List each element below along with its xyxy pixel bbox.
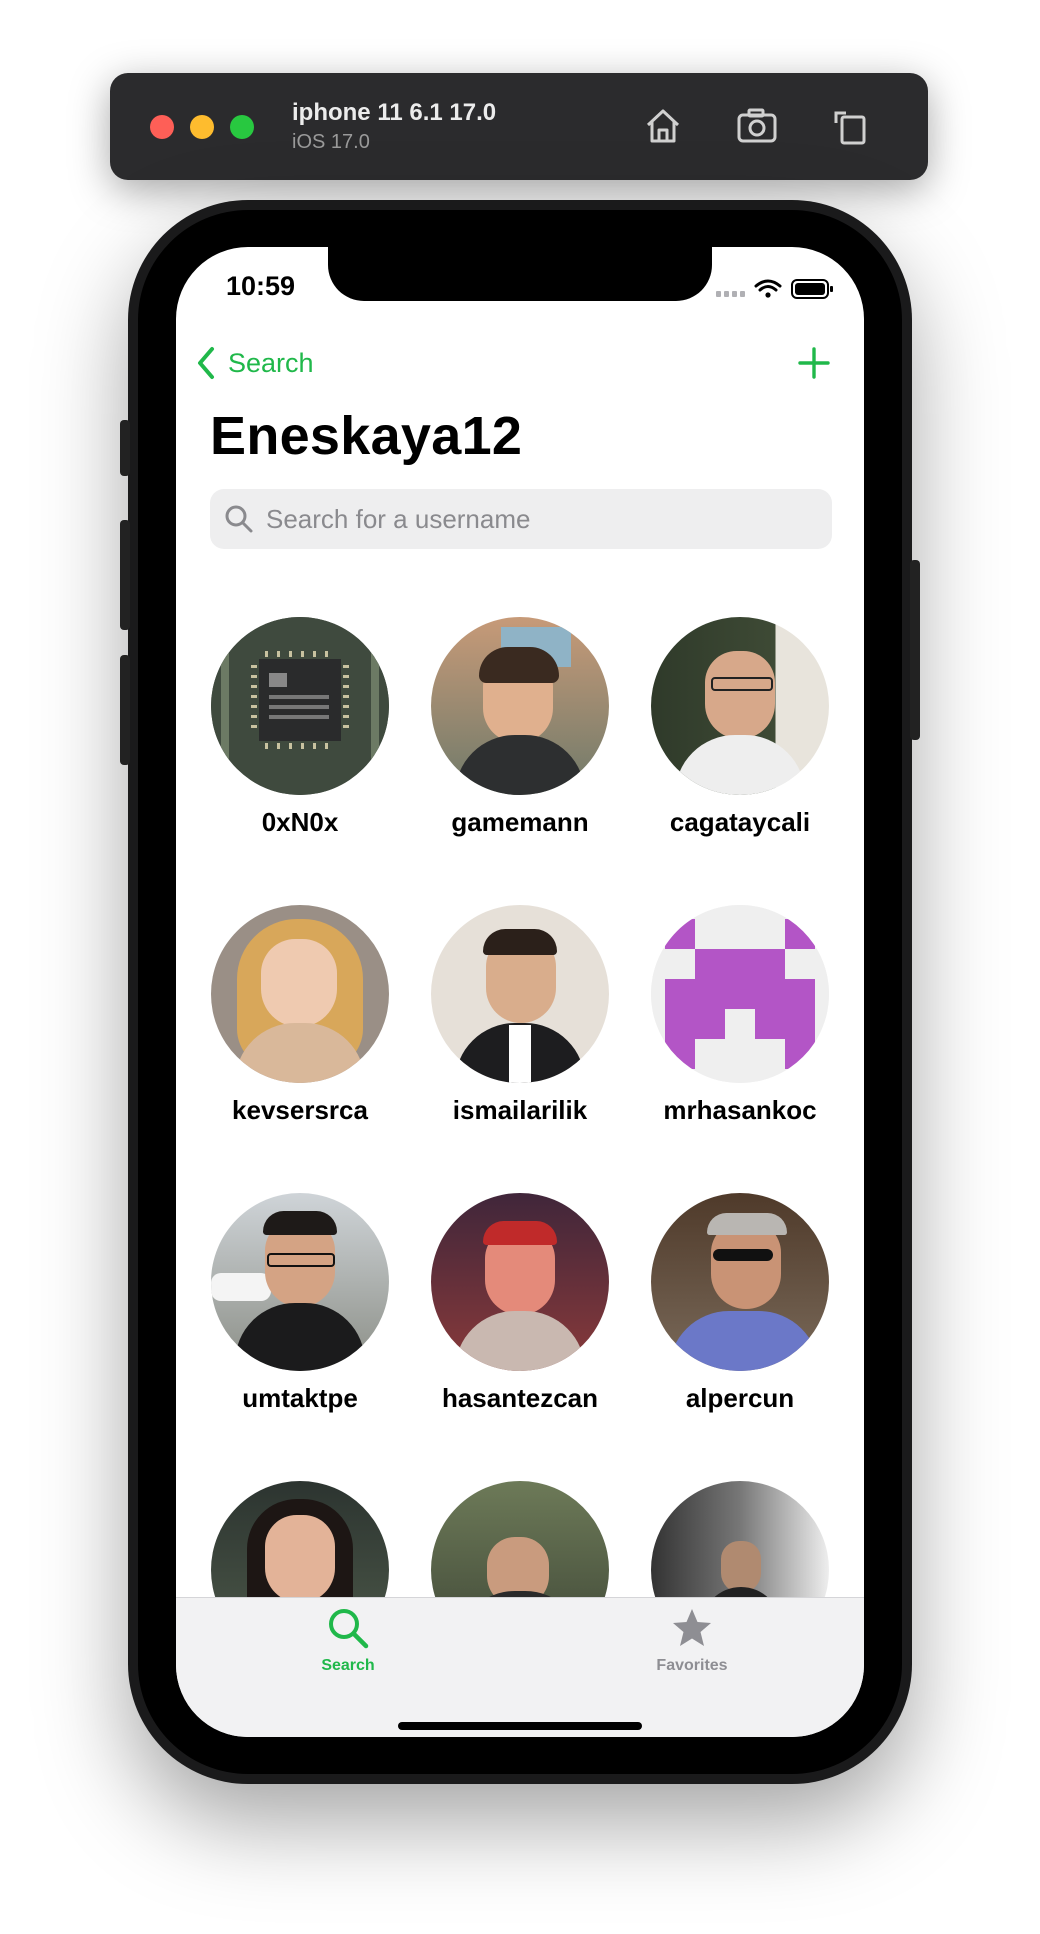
user-card[interactable]: ismailarilik <box>420 905 620 1126</box>
search-input[interactable] <box>264 502 808 536</box>
camera-icon[interactable] <box>734 103 784 153</box>
notch <box>328 247 712 301</box>
username-label: hasantezcan <box>441 1383 599 1413</box>
tab-bar: Search Favorites <box>176 1597 864 1737</box>
power-button <box>910 560 920 740</box>
tab-search[interactable]: Search <box>288 1606 408 1675</box>
wifi-icon <box>754 279 782 292</box>
username-label: 0xN0x <box>261 807 339 837</box>
username-label: ismailarilik <box>452 1095 588 1125</box>
avatar <box>431 617 609 795</box>
plus-icon[interactable] <box>796 345 832 381</box>
user-card[interactable]: umtaktpe <box>200 1193 400 1414</box>
search-bar[interactable] <box>210 489 832 549</box>
avatar <box>651 905 829 1083</box>
user-card[interactable]: alpercun <box>640 1193 840 1414</box>
search-icon <box>225 505 253 533</box>
simulator-title-bar: iphone 11 6.1 17.0 iOS 17.0 <box>110 73 928 180</box>
volume-down-button <box>120 655 130 765</box>
mute-switch <box>120 420 130 476</box>
tab-search-label: Search <box>321 1657 375 1674</box>
minimize-window-button[interactable] <box>190 115 214 139</box>
search-icon <box>329 1609 369 1649</box>
user-card[interactable]: cagataycali <box>640 617 840 838</box>
app-screen: 10:59 Search Eneskaya12 Search for a use… <box>176 247 864 1737</box>
username-label: umtaktpe <box>242 1383 358 1413</box>
back-button[interactable]: Search <box>196 343 314 383</box>
status-time: 10:59 <box>226 271 296 301</box>
star-icon <box>673 1609 711 1646</box>
os-version: iOS 17.0 <box>292 131 370 153</box>
avatar <box>651 1193 829 1371</box>
avatar <box>211 617 389 795</box>
user-card[interactable]: gamemann <box>420 617 620 838</box>
user-card[interactable]: hasantezcan <box>420 1193 620 1414</box>
close-window-button[interactable] <box>150 115 174 139</box>
home-icon[interactable] <box>640 103 690 153</box>
device-name: iphone 11 6.1 17.0 <box>292 99 497 126</box>
user-card[interactable]: mrhasankoc <box>640 905 840 1126</box>
username-label: kevsersrca <box>232 1095 368 1125</box>
user-card[interactable]: kevsersrca <box>200 905 400 1126</box>
avatar <box>431 905 609 1083</box>
page-title: Eneskaya12 <box>210 406 523 466</box>
zoom-window-button[interactable] <box>230 115 254 139</box>
back-button-label: Search <box>228 347 314 378</box>
home-indicator[interactable] <box>398 1722 642 1730</box>
tab-favorites[interactable]: Favorites <box>632 1606 752 1675</box>
avatar <box>431 1193 609 1371</box>
tab-favorites-label: Favorites <box>656 1657 728 1674</box>
battery-icon <box>791 279 833 299</box>
username-label: mrhasankoc <box>663 1095 817 1125</box>
status-indicators <box>716 277 846 301</box>
signal-icon <box>716 291 745 297</box>
chevron-left-icon <box>198 347 214 379</box>
user-card[interactable]: 0xN0x <box>200 617 400 838</box>
username-label: gamemann <box>451 807 589 837</box>
username-label: alpercun <box>685 1383 795 1413</box>
avatar <box>211 1193 389 1371</box>
username-label: cagataycali <box>669 807 811 837</box>
volume-up-button <box>120 520 130 630</box>
avatar <box>211 905 389 1083</box>
avatar <box>651 617 829 795</box>
rotate-icon[interactable] <box>828 103 878 153</box>
